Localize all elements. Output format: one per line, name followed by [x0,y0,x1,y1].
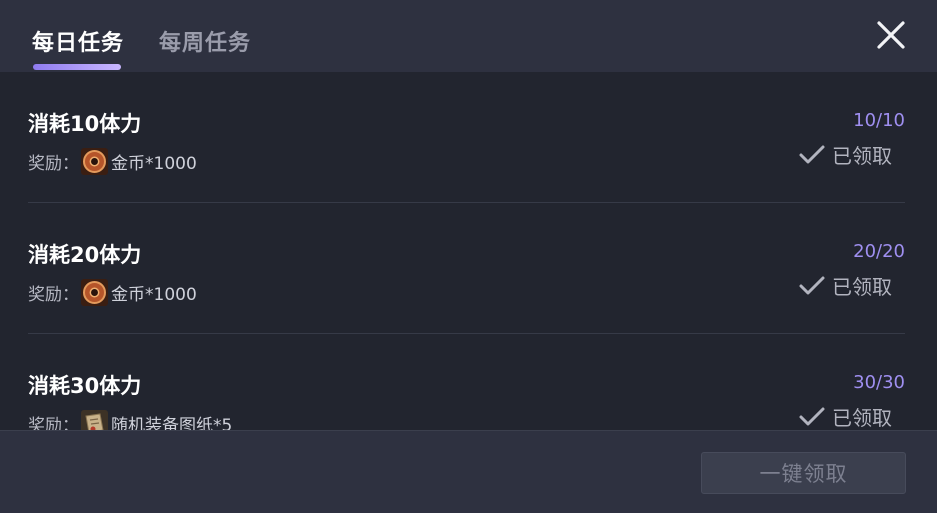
reward-label: 奖励： [28,284,79,305]
reward-text: 金币*1000 [111,153,197,174]
task-progress: 30/30 [853,372,905,393]
task-row: 消耗30体力 奖励： 随机装备图纸*5 30/30 已领取 [28,334,905,430]
task-list[interactable]: 消耗10体力 奖励： 金币*1000 10/10 已领取 消耗20体力 奖励： … [0,72,937,430]
claimed-status: 已领取 [798,402,892,430]
task-title: 消耗30体力 [28,374,142,398]
task-reward: 奖励： 金币*1000 [28,147,197,175]
checkmark-icon [799,276,825,294]
task-row: 消耗10体力 奖励： 金币*1000 10/10 已领取 [28,72,905,203]
close-button[interactable] [874,18,908,52]
reward-text: 随机装备图纸*5 [111,415,233,431]
task-progress: 20/20 [853,241,905,262]
gold-coin-icon [81,147,108,175]
gold-coin-icon [81,278,108,306]
task-title: 消耗20体力 [28,243,142,267]
reward-label: 奖励： [28,153,79,174]
claimed-status: 已领取 [798,271,892,300]
task-reward: 奖励： 金币*1000 [28,278,197,306]
tab-bar: 每日任务 每周任务 [0,0,937,72]
claimed-label: 已领取 [832,144,892,168]
claim-all-button[interactable]: 一键领取 [701,452,906,494]
task-reward: 奖励： 随机装备图纸*5 [28,409,232,430]
claimed-status: 已领取 [798,140,892,169]
claimed-label: 已领取 [832,406,892,430]
checkmark-icon [799,145,825,163]
daily-tasks-panel: 每日任务 每周任务 消耗10体力 奖励： 金币*1000 10/10 已领取 消… [0,0,937,513]
tab-weekly-tasks[interactable]: 每周任务 [159,25,251,57]
tab-daily-tasks[interactable]: 每日任务 [32,25,124,57]
active-tab-indicator [33,64,121,70]
task-row: 消耗20体力 奖励： 金币*1000 20/20 已领取 [28,203,905,334]
claimed-label: 已领取 [832,275,892,299]
checkmark-icon [799,407,825,425]
footer-bar: 一键领取 [0,430,937,513]
reward-text: 金币*1000 [111,284,197,305]
close-icon [877,21,905,49]
blueprint-scroll-icon [81,409,108,430]
reward-label: 奖励： [28,415,79,431]
task-title: 消耗10体力 [28,112,142,136]
task-progress: 10/10 [853,110,905,131]
